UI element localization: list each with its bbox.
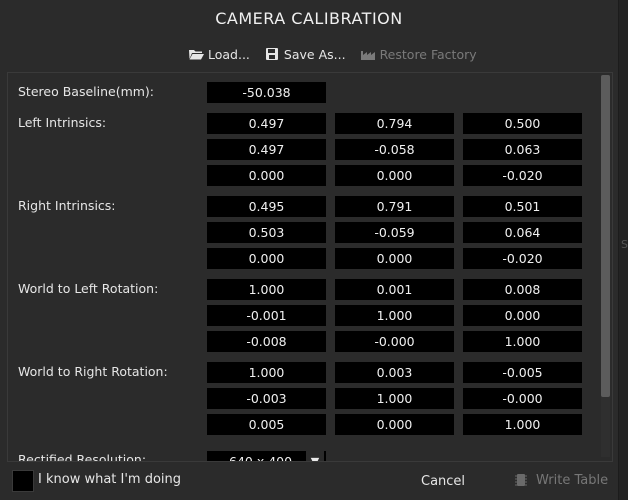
right-intrinsics-cell[interactable]: 0.064: [463, 222, 582, 243]
world-left-rotation-cell[interactable]: -0.000: [335, 331, 454, 352]
vertical-scrollbar[interactable]: [601, 75, 610, 457]
world-right-rotation-cell[interactable]: -0.003: [207, 388, 326, 409]
right-intrinsics-cell[interactable]: 0.503: [207, 222, 326, 243]
right-intrinsics-cell[interactable]: 0.501: [463, 196, 582, 217]
dialog-title: CAMERA CALIBRATION: [215, 9, 403, 28]
i-know-label: I know what I'm doing: [38, 472, 182, 487]
write-table-label: Write Table: [536, 472, 609, 488]
world-left-rotation-cell[interactable]: 1.000: [207, 279, 326, 300]
world-left-rotation-cell[interactable]: 0.000: [463, 305, 582, 326]
background-text-fragment: S: [621, 238, 628, 251]
world-right-rotation-cell[interactable]: 0.000: [335, 414, 454, 435]
world-left-rotation-cell[interactable]: -0.001: [207, 305, 326, 326]
world-right-rotation-cell[interactable]: 1.000: [207, 362, 326, 383]
world-left-rotation-cell[interactable]: 1.000: [335, 305, 454, 326]
left-intrinsics-cell[interactable]: 0.500: [463, 113, 582, 134]
rectified-resolution-label: Rectified Resolution:: [18, 452, 147, 462]
scrollbar-thumb[interactable]: [601, 75, 610, 397]
left-intrinsics-cell[interactable]: 0.000: [207, 165, 326, 186]
save-as-button[interactable]: Save As...: [264, 47, 346, 62]
load-button[interactable]: Load...: [188, 47, 250, 62]
toolbar: Load... Save As... Restore Factory: [188, 45, 491, 63]
right-intrinsics-cell[interactable]: 0.000: [335, 248, 454, 269]
world-right-rotation-cell[interactable]: 0.005: [207, 414, 326, 435]
world-right-rotation-label: World to Right Rotation:: [18, 364, 168, 379]
world-left-rotation-cell[interactable]: 1.000: [463, 331, 582, 352]
world-right-rotation-cell[interactable]: 1.000: [335, 388, 454, 409]
restore-factory-button[interactable]: Restore Factory: [360, 47, 477, 62]
left-intrinsics-cell[interactable]: -0.020: [463, 165, 582, 186]
left-intrinsics-cell[interactable]: -0.058: [335, 139, 454, 160]
left-intrinsics-cell[interactable]: 0.794: [335, 113, 454, 134]
folder-open-icon: [189, 50, 204, 60]
world-right-rotation-cell[interactable]: -0.005: [463, 362, 582, 383]
world-left-rotation-cell[interactable]: 0.008: [463, 279, 582, 300]
left-intrinsics-cell[interactable]: 0.063: [463, 139, 582, 160]
chevron-down-icon: ▼: [306, 451, 324, 461]
i-know-checkbox[interactable]: [12, 470, 34, 492]
factory-icon: [360, 51, 375, 60]
dialog-footer: I know what I'm doing Cancel Write Table: [0, 464, 618, 500]
stereo-baseline-label: Stereo Baseline(mm):: [18, 84, 155, 99]
left-intrinsics-cell[interactable]: 0.497: [207, 113, 326, 134]
world-right-rotation-cell[interactable]: 1.000: [463, 414, 582, 435]
left-intrinsics-cell[interactable]: 0.497: [207, 139, 326, 160]
floppy-disk-icon: [265, 48, 278, 60]
rectified-resolution-select[interactable]: 640 x 400 ▼: [207, 451, 326, 462]
chip-icon: [515, 474, 527, 486]
right-intrinsics-cell[interactable]: -0.020: [463, 248, 582, 269]
rectified-resolution-value: 640 x 400: [229, 454, 293, 462]
load-label: Load...: [208, 46, 250, 62]
camera-calibration-dialog: CAMERA CALIBRATION Load... Save As... Re…: [0, 0, 619, 500]
save-as-label: Save As...: [283, 46, 346, 62]
stereo-baseline-input[interactable]: -50.038: [207, 82, 326, 103]
world-right-rotation-cell[interactable]: 0.003: [335, 362, 454, 383]
right-intrinsics-cell[interactable]: 0.791: [335, 196, 454, 217]
world-left-rotation-label: World to Left Rotation:: [18, 281, 159, 296]
write-table-button[interactable]: Write Table: [514, 472, 608, 488]
right-intrinsics-label: Right Intrinsics:: [18, 198, 116, 213]
right-intrinsics-cell[interactable]: -0.059: [335, 222, 454, 243]
right-intrinsics-cell[interactable]: 0.495: [207, 196, 326, 217]
left-intrinsics-label: Left Intrinsics:: [18, 115, 107, 130]
right-intrinsics-cell[interactable]: 0.000: [207, 248, 326, 269]
restore-factory-label: Restore Factory: [379, 46, 477, 62]
calibration-panel: Stereo Baseline(mm): -50.038 Left Intrin…: [7, 72, 613, 462]
world-left-rotation-cell[interactable]: 0.001: [335, 279, 454, 300]
world-left-rotation-cell[interactable]: -0.008: [207, 331, 326, 352]
cancel-button[interactable]: Cancel: [421, 474, 465, 489]
left-intrinsics-cell[interactable]: 0.000: [335, 165, 454, 186]
world-right-rotation-cell[interactable]: -0.000: [463, 388, 582, 409]
